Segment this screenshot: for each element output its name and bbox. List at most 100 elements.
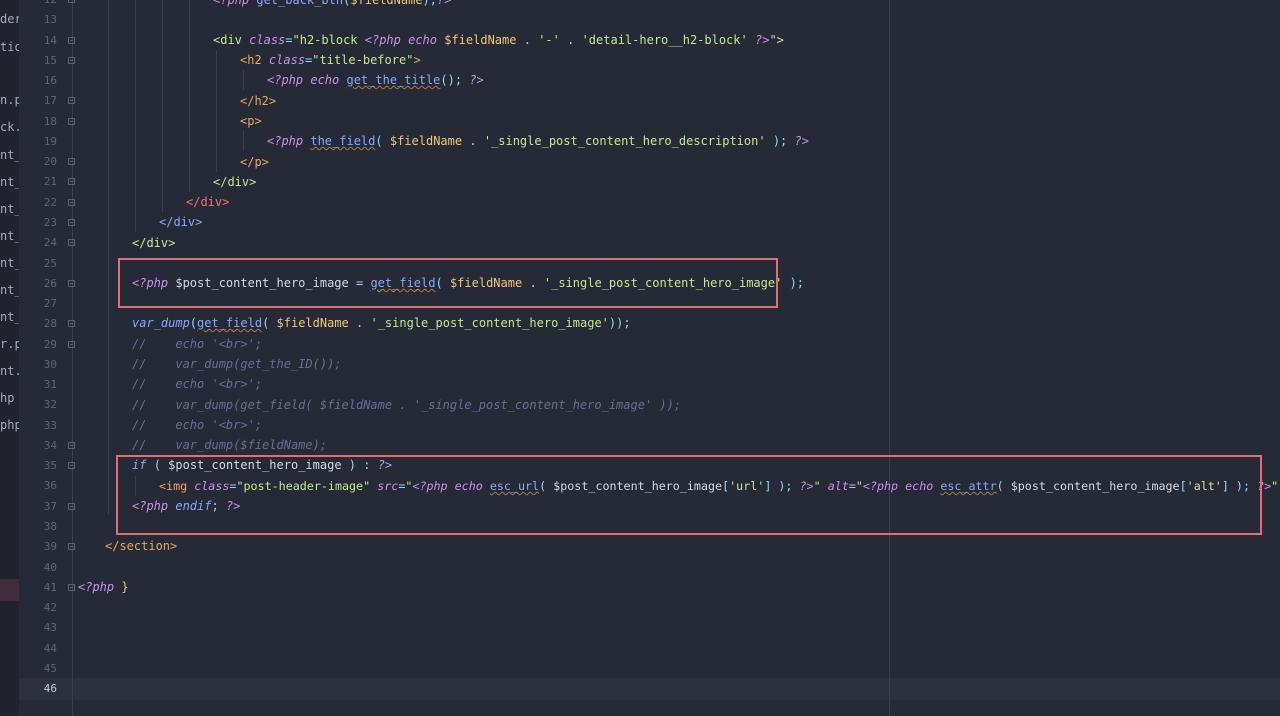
line-number: 32 (43, 398, 57, 412)
sidebar-file-item[interactable]: tio (0, 38, 19, 56)
current-line-highlight (19, 678, 1280, 700)
line-number: 33 (43, 418, 57, 432)
code-line-29: // echo '<br>'; (132, 337, 263, 351)
line-number: 21 (43, 175, 57, 189)
sidebar-file-item[interactable]: nt_i (0, 200, 19, 218)
line-number: 27 (43, 297, 57, 311)
code-line-31: // echo '<br>'; (132, 377, 263, 391)
line-number: 20 (43, 155, 57, 169)
indent-guide (135, 0, 136, 232)
line-number: 12 (23, 0, 57, 10)
sidebar-file-item[interactable]: hp (0, 389, 14, 407)
line-number: 39 (43, 540, 57, 554)
code-line-17: </h2> (240, 94, 277, 108)
line-number: 38 (43, 520, 57, 534)
sidebar-file-item[interactable]: nt_i (0, 227, 19, 245)
line-number: 28 (43, 317, 57, 331)
line-number: 37 (43, 499, 57, 513)
fold-marker-icon[interactable] (68, 117, 75, 125)
sidebar-file-item[interactable]: nt_i (0, 173, 19, 191)
code-line-34: // var_dump($fieldName); (132, 438, 328, 452)
fold-marker-icon[interactable] (68, 279, 75, 287)
line-number-gutter: 12 13 14 15 16 17 18 19 20 21 22 23 24 25 26 27 28 29 30 31… (19, 0, 74, 716)
line-number: 41 (43, 580, 57, 594)
sidebar-file-item[interactable]: php (0, 416, 19, 434)
line-number: 17 (43, 94, 57, 108)
indent-guide (216, 50, 217, 172)
fold-marker-icon[interactable] (68, 178, 75, 186)
fold-marker-icon[interactable] (68, 36, 75, 44)
code-line-24: </div> (132, 236, 176, 250)
code-line-19: <?php the_field( $fieldName . '_single_p… (267, 134, 809, 148)
line-number: 42 (43, 601, 57, 615)
indent-guide (162, 0, 163, 212)
line-number: 35 (43, 459, 57, 473)
sidebar-file-item[interactable]: ck.p (0, 118, 19, 136)
line-number: 36 (43, 479, 57, 493)
sidebar-file-item[interactable]: r.ph (0, 335, 19, 353)
fold-marker-icon[interactable] (68, 462, 75, 470)
indent-guide (189, 0, 190, 192)
indent-guide (243, 131, 244, 151)
line-number: 34 (43, 438, 57, 452)
fold-marker-icon[interactable] (68, 56, 75, 64)
code-line-20: </p> (240, 155, 269, 169)
file-tree-sidebar[interactable]: der tio n.p ck.p nt_( nt_i nt_i nt_i nt_i nt_i nt_… (0, 0, 19, 716)
line-number: 30 (43, 357, 57, 371)
line-number: 24 (43, 236, 57, 250)
code-line-32: // var_dump(get_field( $fieldName . '_si… (132, 398, 682, 412)
line-number: 23 (43, 215, 57, 229)
code-line-16: <?php echo get_the_title(); ?> (267, 73, 484, 87)
fold-marker-icon[interactable] (68, 239, 75, 247)
line-number: 46 (43, 682, 57, 696)
line-number: 26 (43, 276, 57, 290)
fold-marker-icon[interactable] (68, 320, 75, 328)
code-line-22: </div> (186, 195, 230, 209)
code-line-23: </div> (159, 215, 203, 229)
line-number: 18 (43, 114, 57, 128)
sidebar-active-row (0, 579, 19, 601)
line-number: 45 (43, 661, 57, 675)
fold-marker-icon[interactable] (68, 0, 75, 3)
sidebar-file-item[interactable]: nt.p (0, 362, 19, 380)
gutter-divider (72, 0, 73, 716)
indent-guide (243, 70, 244, 90)
fold-marker-icon[interactable] (68, 502, 75, 510)
highlight-box-assignment (118, 258, 778, 308)
code-line-18: <p> (240, 114, 262, 128)
fold-marker-icon[interactable] (68, 198, 75, 206)
code-line-15: <h2 class="title-before"> (240, 53, 421, 67)
fold-marker-icon[interactable] (68, 441, 75, 449)
print-margin-line (889, 0, 890, 716)
code-line-14: <div class="h2-block <?php echo $fieldNa… (213, 33, 784, 47)
sidebar-file-item[interactable]: nt_i (0, 308, 19, 326)
line-number: 43 (43, 621, 57, 635)
fold-marker-icon[interactable] (68, 97, 75, 105)
line-number: 15 (43, 53, 57, 67)
code-line-41: <?php } (78, 580, 129, 594)
sidebar-file-item[interactable]: n.p (0, 91, 19, 109)
line-number: 25 (43, 256, 57, 270)
code-line-21: </div> (213, 175, 257, 189)
fold-marker-icon[interactable] (68, 158, 75, 166)
code-line-30: // var_dump(get_the_ID()); (132, 357, 342, 371)
fold-marker-icon[interactable] (68, 340, 75, 348)
line-number: 14 (43, 33, 57, 47)
highlight-box-if-block (116, 455, 1262, 535)
sidebar-file-item[interactable]: der (0, 10, 19, 28)
sidebar-file-item[interactable]: nt_i (0, 254, 19, 272)
line-number: 29 (43, 337, 57, 351)
line-number: 19 (43, 134, 57, 148)
line-number: 31 (43, 378, 57, 392)
code-line-28: var_dump(get_field( $fieldName . '_singl… (132, 316, 631, 330)
fold-marker-icon[interactable] (68, 583, 75, 591)
line-number: 22 (43, 195, 57, 209)
code-line-39: </section> (105, 539, 178, 553)
line-number: 13 (43, 13, 57, 27)
line-number: 44 (43, 641, 57, 655)
fold-marker-icon[interactable] (68, 218, 75, 226)
code-line-12: <?php get_back_btn($fieldName);?> (213, 0, 452, 7)
sidebar-file-item[interactable]: nt_( (0, 146, 19, 164)
sidebar-file-item[interactable]: nt_i (0, 281, 19, 299)
fold-marker-icon[interactable] (68, 543, 75, 551)
